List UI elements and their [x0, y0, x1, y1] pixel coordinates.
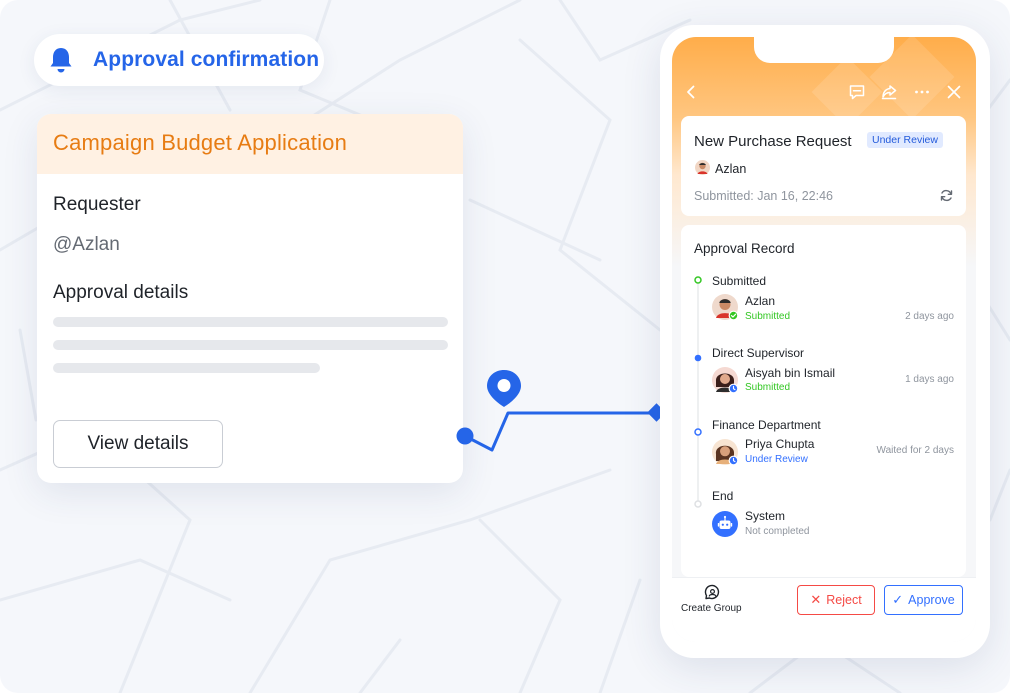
reject-button[interactable]: ✕ Reject [797, 585, 875, 615]
connector-start-dot [456, 427, 474, 445]
skeleton-line [53, 317, 448, 327]
notification-title: Approval confirmation [93, 48, 320, 71]
avatar [695, 160, 710, 175]
bell-icon [50, 48, 72, 73]
chevron-left-icon[interactable] [682, 83, 700, 101]
approver-status: Submitted [745, 382, 791, 393]
step-title: End [712, 489, 734, 503]
create-group-label[interactable]: Create Group [681, 603, 742, 614]
comment-icon[interactable] [848, 83, 866, 101]
application-title: Campaign Budget Application [53, 130, 348, 155]
timeline-dot [694, 276, 702, 284]
skeleton-line [53, 340, 448, 350]
request-submitted-time: Submitted: Jan 16, 22:46 [694, 189, 833, 203]
application-card-header: Campaign Budget Application [37, 114, 463, 174]
request-requester: Azlan [715, 162, 747, 176]
approver-name: System [745, 509, 786, 523]
timeline-dot [694, 354, 702, 362]
step-time: 1 days ago [905, 374, 954, 385]
step-title: Submitted [712, 274, 767, 288]
step-title: Direct Supervisor [712, 346, 805, 360]
avatar [712, 367, 739, 394]
application-card: Campaign Budget Application Requester @A… [37, 114, 463, 483]
create-group-icon[interactable] [703, 584, 721, 602]
approver-name: Priya Chupta [745, 437, 815, 451]
view-details-button[interactable]: View details [53, 420, 223, 468]
refresh-icon[interactable] [939, 188, 954, 203]
approver-status: Submitted [745, 311, 791, 322]
request-title: New Purchase Request [694, 133, 852, 150]
step-time: 2 days ago [905, 311, 954, 322]
robot-icon [712, 511, 738, 537]
requester-label: Requester [53, 194, 141, 215]
approve-button[interactable]: ✓ Approve [884, 585, 963, 615]
reject-label: Reject [826, 593, 862, 607]
share-icon[interactable] [880, 83, 898, 101]
avatar [712, 439, 739, 466]
approver-status: Not completed [745, 526, 810, 537]
flow-connector [456, 370, 666, 452]
notification-pill: Approval confirmation [34, 34, 324, 86]
step-time: Waited for 2 days [876, 445, 954, 456]
approval-details-label: Approval details [53, 282, 189, 303]
close-icon[interactable] [945, 83, 963, 101]
skeleton-line [53, 363, 320, 373]
approve-label: Approve [908, 593, 955, 607]
phone-notch [754, 37, 894, 63]
approver-name: Azlan [745, 294, 776, 308]
check-icon: ✓ [892, 592, 904, 607]
step-title: Finance Department [712, 418, 821, 432]
approver-status: Under Review [745, 454, 808, 465]
approval-record-card: Approval Record Submitted Azlan Submitte… [681, 225, 966, 577]
approver-name: Aisyah bin Ismail [745, 366, 836, 380]
timeline-dot [694, 500, 702, 508]
request-summary-card: New Purchase Request Under Review Azlan … [681, 116, 966, 216]
phone-screen: New Purchase Request Under Review Azlan … [672, 37, 976, 642]
avatar [712, 294, 739, 321]
location-pin-icon [487, 370, 521, 407]
timeline-dot [694, 428, 702, 436]
requester-value: @Azlan [53, 234, 120, 255]
status-badge: Under Review [867, 132, 943, 148]
more-icon[interactable] [913, 83, 931, 101]
canvas: Approval confirmation Campaign Budget Ap… [0, 0, 1010, 693]
close-icon: ✕ [810, 592, 822, 607]
bottom-action-bar: Create Group ✕ Reject ✓ Approve [672, 577, 976, 642]
